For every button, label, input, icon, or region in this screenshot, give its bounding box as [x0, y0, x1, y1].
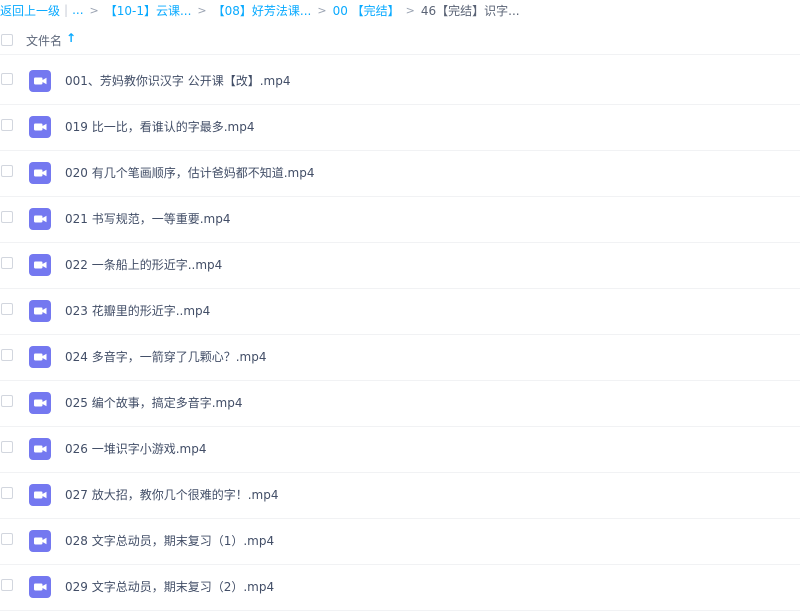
video-file-icon: [29, 70, 51, 92]
video-file-icon: [29, 530, 51, 552]
row-checkbox[interactable]: [1, 211, 13, 223]
file-name[interactable]: 001、芳妈教你识汉字 公开课【改】.mp4: [65, 72, 290, 89]
file-list: 001、芳妈教你识汉字 公开课【改】.mp4 019 比一比，看谁认的字最多.mp…: [0, 59, 800, 611]
file-row[interactable]: 028 文字总动员，期末复习（1）.mp4: [0, 519, 800, 565]
file-row[interactable]: 020 有几个笔画顺序，估计爸妈都不知道.mp4: [0, 151, 800, 197]
row-checkbox[interactable]: [1, 303, 13, 315]
file-name[interactable]: 021 书写规范，一等重要.mp4: [65, 210, 230, 227]
file-name[interactable]: 020 有几个笔画顺序，估计爸妈都不知道.mp4: [65, 164, 314, 181]
file-row[interactable]: 025 编个故事，搞定多音字.mp4: [0, 381, 800, 427]
file-row[interactable]: 026 一堆识字小游戏.mp4: [0, 427, 800, 473]
file-name[interactable]: 019 比一比，看谁认的字最多.mp4: [65, 118, 254, 135]
row-checkbox[interactable]: [1, 257, 13, 269]
file-name[interactable]: 024 多音字，一箭穿了几颗心？.mp4: [65, 348, 266, 365]
file-list-header: 文件名 ↑: [0, 28, 800, 55]
video-file-icon: [29, 208, 51, 230]
row-checkbox[interactable]: [1, 533, 13, 545]
file-name[interactable]: 023 花瓣里的形近字..mp4: [65, 302, 210, 319]
file-row[interactable]: 019 比一比，看谁认的字最多.mp4: [0, 105, 800, 151]
file-row[interactable]: 022 一条船上的形近字..mp4: [0, 243, 800, 289]
video-file-icon: [29, 300, 51, 322]
row-checkbox[interactable]: [1, 349, 13, 361]
breadcrumb: 返回上一级 | ... > 【10-1】云课... > 【08】好芳法课... …: [0, 0, 800, 20]
video-file-icon: [29, 576, 51, 598]
video-file-icon: [29, 162, 51, 184]
video-file-icon: [29, 116, 51, 138]
video-file-icon: [29, 484, 51, 506]
video-file-icon: [29, 392, 51, 414]
row-checkbox[interactable]: [1, 165, 13, 177]
column-header-filename[interactable]: 文件名: [26, 32, 62, 49]
breadcrumb-current: 46【完结】识字...: [420, 3, 520, 18]
row-checkbox[interactable]: [1, 73, 13, 85]
video-file-icon: [29, 254, 51, 276]
file-row[interactable]: 021 书写规范，一等重要.mp4: [0, 197, 800, 243]
breadcrumb-item-1[interactable]: 【10-1】云课...: [105, 2, 192, 19]
chevron-right-icon: >: [317, 3, 327, 17]
breadcrumb-divider: |: [64, 3, 69, 17]
row-checkbox[interactable]: [1, 395, 13, 407]
file-name[interactable]: 025 编个故事，搞定多音字.mp4: [65, 394, 242, 411]
file-row[interactable]: 029 文字总动员，期末复习（2）.mp4: [0, 565, 800, 611]
chevron-right-icon: >: [89, 3, 99, 17]
file-row[interactable]: 001、芳妈教你识汉字 公开课【改】.mp4: [0, 59, 800, 105]
video-file-icon: [29, 346, 51, 368]
video-file-icon: [29, 438, 51, 460]
chevron-right-icon: >: [405, 3, 415, 17]
chevron-right-icon: >: [197, 3, 207, 17]
arrow-up-icon[interactable]: ↑: [66, 31, 76, 45]
file-name[interactable]: 028 文字总动员，期末复习（1）.mp4: [65, 532, 274, 549]
row-checkbox[interactable]: [1, 579, 13, 591]
file-name[interactable]: 026 一堆识字小游戏.mp4: [65, 440, 206, 457]
breadcrumb-ellipsis[interactable]: ...: [72, 3, 83, 17]
row-checkbox[interactable]: [1, 441, 13, 453]
breadcrumb-item-3[interactable]: 00 【完结】: [333, 2, 400, 19]
file-row[interactable]: 024 多音字，一箭穿了几颗心？.mp4: [0, 335, 800, 381]
row-checkbox[interactable]: [1, 487, 13, 499]
file-name[interactable]: 022 一条船上的形近字..mp4: [65, 256, 222, 273]
file-row[interactable]: 027 放大招，教你几个很难的字！.mp4: [0, 473, 800, 519]
file-name[interactable]: 027 放大招，教你几个很难的字！.mp4: [65, 486, 278, 503]
breadcrumb-item-2[interactable]: 【08】好芳法课...: [213, 2, 312, 19]
file-name[interactable]: 029 文字总动员，期末复习（2）.mp4: [65, 578, 274, 595]
select-all-checkbox[interactable]: [1, 34, 13, 46]
back-link[interactable]: 返回上一级: [0, 2, 60, 19]
row-checkbox[interactable]: [1, 119, 13, 131]
file-row[interactable]: 023 花瓣里的形近字..mp4: [0, 289, 800, 335]
